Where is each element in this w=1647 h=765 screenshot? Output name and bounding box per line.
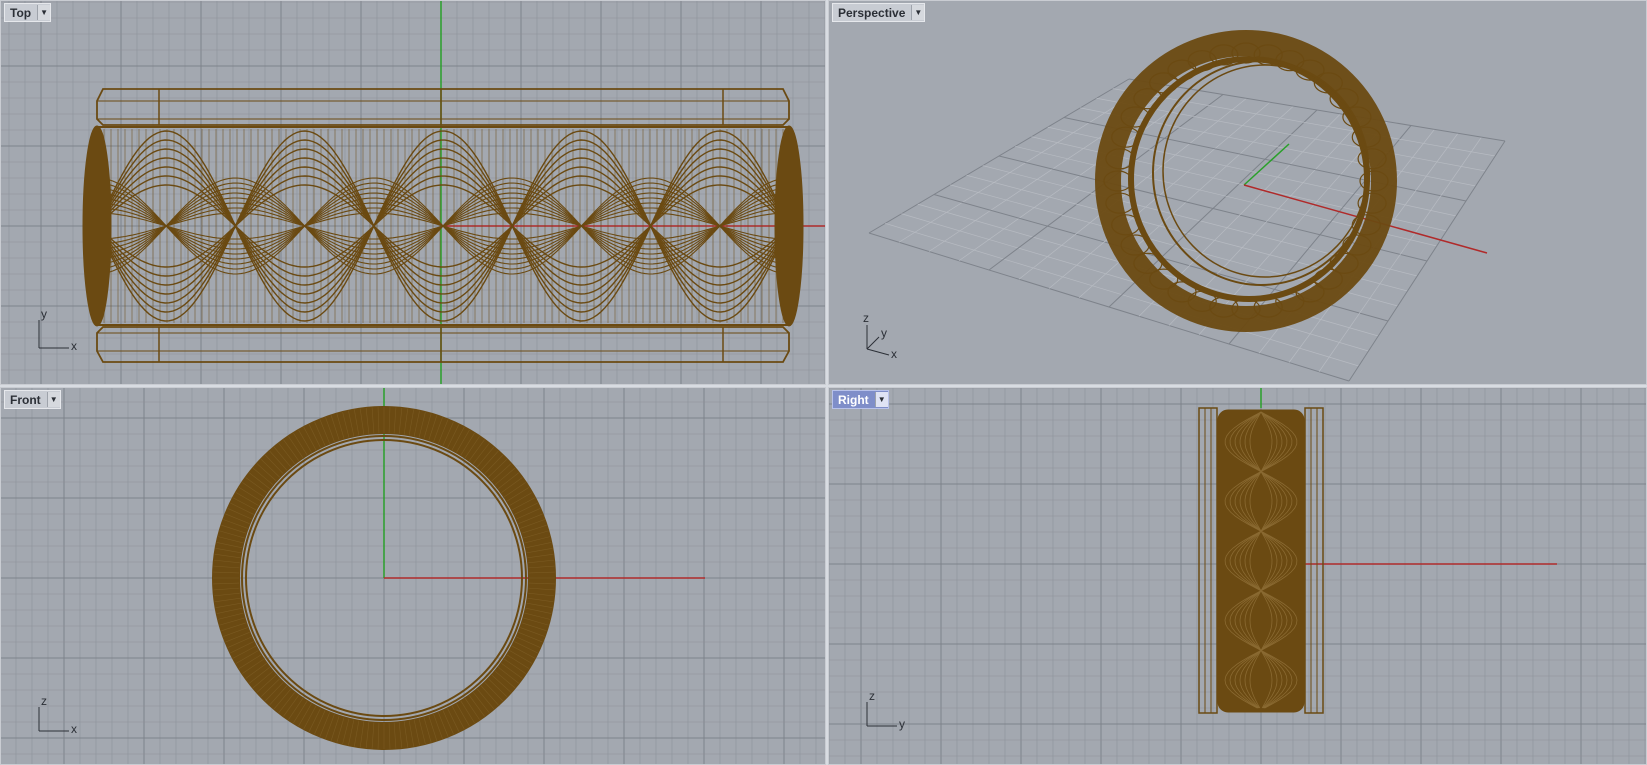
ring-model-wireframe — [1095, 30, 1397, 332]
viewport-name: Perspective — [838, 5, 906, 20]
viewport-perspective[interactable]: Perspective ▼ z y x — [828, 0, 1647, 385]
axis-label-y: y — [41, 307, 47, 321]
viewport-title-right[interactable]: Right ▼ — [832, 390, 889, 409]
axis-label-x: x — [71, 722, 77, 736]
viewport-name: Front — [10, 392, 41, 407]
ring-model-wireframe — [1198, 407, 1324, 714]
viewport-name: Right — [838, 392, 869, 407]
perspective-view-canvas[interactable] — [829, 1, 1647, 385]
y-axis-line — [1243, 143, 1290, 186]
viewport-title-top[interactable]: Top ▼ — [4, 3, 52, 22]
axis-label-y: y — [881, 326, 887, 340]
axis-indicator: z y — [866, 689, 905, 731]
grid — [1, 388, 825, 764]
dropdown-arrow-icon[interactable]: ▼ — [37, 5, 51, 20]
right-view-canvas[interactable] — [829, 388, 1647, 765]
dropdown-arrow-icon[interactable]: ▼ — [911, 5, 925, 20]
viewport-title-perspective[interactable]: Perspective ▼ — [832, 3, 926, 22]
axis-indicator: y x — [38, 307, 77, 351]
axis-label-z: z — [863, 311, 869, 325]
dropdown-arrow-icon[interactable]: ▼ — [46, 392, 60, 407]
axis-label-z: z — [869, 689, 875, 703]
viewport-right[interactable]: Right ▼ z y — [828, 387, 1647, 765]
axis-label-z: z — [41, 694, 47, 708]
axis-indicator: z x — [38, 694, 77, 736]
axis-label-x: x — [891, 347, 897, 359]
axis-label-y: y — [899, 717, 905, 731]
dropdown-arrow-icon[interactable]: ▼ — [874, 392, 888, 407]
viewport-title-front[interactable]: Front ▼ — [4, 390, 61, 409]
viewport-name: Top — [10, 5, 32, 20]
axis-indicator: z y x — [863, 311, 897, 359]
top-view-canvas[interactable] — [1, 1, 826, 385]
grid — [868, 78, 1506, 382]
viewport-top[interactable]: Top ▼ y x — [0, 0, 826, 385]
viewport-front[interactable]: Front ▼ z x — [0, 387, 826, 765]
front-view-canvas[interactable] — [1, 388, 826, 765]
axis-label-x: x — [71, 339, 77, 351]
